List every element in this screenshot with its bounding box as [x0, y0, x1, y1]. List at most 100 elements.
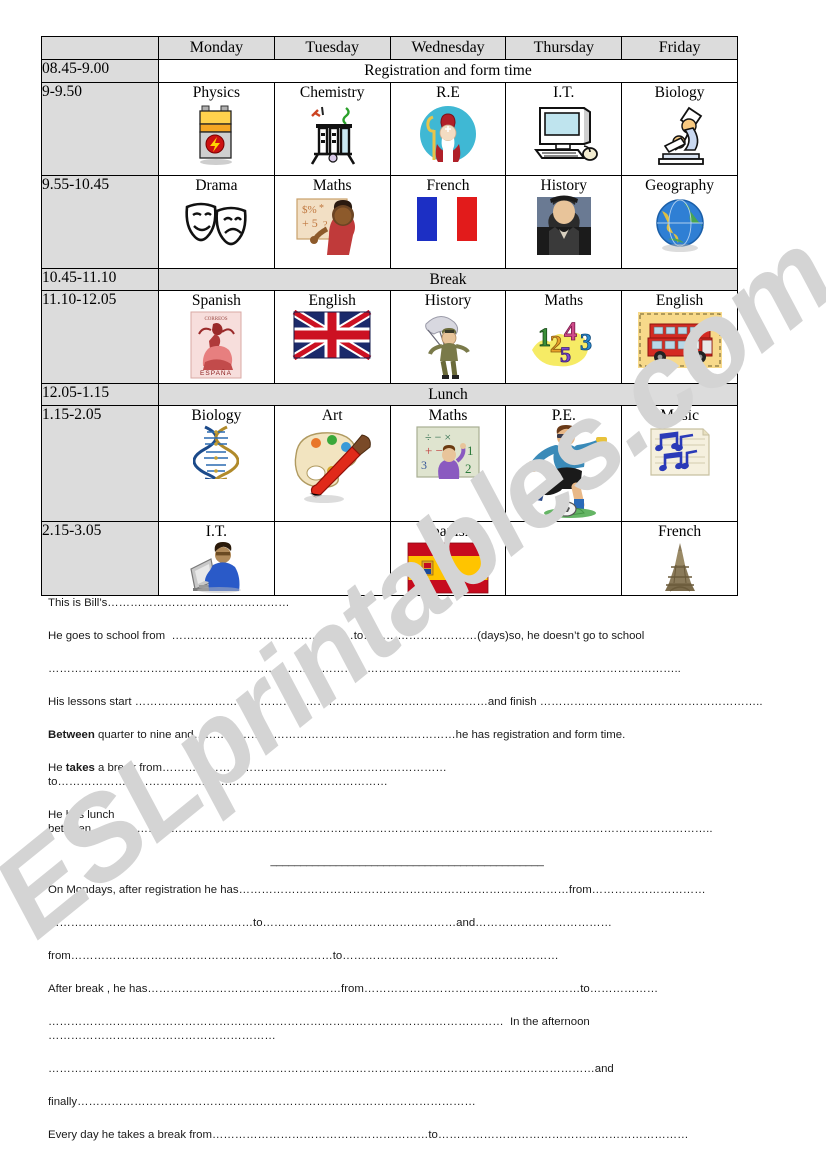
- lesson-cell-thu-p7[interactable]: [505, 521, 623, 596]
- svg-text:+ −: + −: [425, 443, 443, 458]
- lesson-cell-tue-p7[interactable]: [273, 521, 391, 596]
- lesson-cell-fri-p2[interactable]: Geography: [621, 175, 738, 269]
- lesson-label: French: [426, 177, 470, 194]
- time-label-period-4: 11.10-12.05: [41, 290, 159, 384]
- lesson-label: I.T.: [205, 523, 228, 540]
- lesson-label: Music: [660, 407, 699, 424]
- lesson-label: Physics: [192, 84, 241, 101]
- timetable-row-period-1: 9-9.50 Physics Chemistry R.E I.T. Biolog…: [41, 82, 738, 176]
- exercise-line-6: He takes a break from……………………………………………………: [48, 761, 766, 789]
- lesson-cell-wed-p7[interactable]: Spanish: [389, 521, 507, 596]
- lesson-cell-fri-p7[interactable]: French: [621, 521, 738, 596]
- lesson-cell-mon-p6[interactable]: Biology: [158, 405, 275, 522]
- day-header-monday: Monday: [158, 36, 275, 60]
- timetable-corner-cell: [41, 36, 159, 60]
- worksheet-page: Monday Tuesday Wednesday Thursday Friday…: [0, 0, 826, 1169]
- svg-text:*: *: [319, 203, 324, 214]
- lunch-banner: Lunch: [158, 383, 738, 406]
- exercise-line-7: He has lunch between………………………………………………………: [48, 809, 713, 835]
- exercise-line-1: This is Bill’s…………………………………………: [48, 597, 290, 609]
- lesson-cell-mon-p1[interactable]: Physics: [158, 82, 275, 176]
- lesson-label: Maths: [312, 177, 352, 194]
- lesson-label: Maths: [428, 407, 468, 424]
- time-label-period-6: 1.15-2.05: [41, 405, 159, 522]
- exercise-line-9: ………………………………………………to……………………………………………and…: [48, 917, 612, 929]
- exercise-line-12: ……………………………………………………………………………………………………………: [48, 1016, 593, 1042]
- svg-text:$%: $%: [302, 204, 317, 216]
- lesson-cell-fri-p6[interactable]: Music: [621, 405, 738, 522]
- lesson-label: Spanish: [191, 292, 241, 309]
- timetable-row-lunch: 12.05-1.15 Lunch: [41, 383, 738, 406]
- lesson-cell-tue-p1[interactable]: Chemistry: [273, 82, 391, 176]
- exercise-line-5-text: quarter to nine and…………………………………………………………: [94, 729, 626, 741]
- lesson-label: English: [655, 292, 704, 309]
- lesson-cell-fri-p4[interactable]: English: [621, 290, 738, 384]
- french-flag-icon: [391, 195, 506, 247]
- person-computer-icon: [159, 541, 274, 593]
- lesson-cell-wed-p1[interactable]: R.E: [389, 82, 507, 176]
- lesson-cell-tue-p2[interactable]: Maths $% * + 5 ?: [273, 175, 391, 269]
- bishop-icon: [391, 102, 506, 168]
- union-jack-icon: [275, 310, 390, 360]
- time-label-registration: 08.45-9.00: [41, 59, 159, 83]
- svg-text:1: 1: [467, 443, 474, 458]
- theatre-masks-icon: [159, 195, 274, 255]
- exercise-line-15: Every day he takes a break from…………………………: [48, 1129, 689, 1141]
- lesson-label: Spanish: [423, 523, 473, 540]
- lesson-cell-wed-p6[interactable]: Maths ÷ − × + − 3 1 2: [389, 405, 507, 522]
- battery-icon: [159, 102, 274, 168]
- day-header-friday: Friday: [621, 36, 738, 60]
- svg-text:5: 5: [560, 342, 571, 367]
- lesson-label: Chemistry: [299, 84, 365, 101]
- exercise-line-5: Between quarter to nine and……………………………………: [48, 728, 766, 742]
- globe-icon: [622, 195, 737, 255]
- lesson-label: Drama: [195, 177, 238, 194]
- lesson-label: Maths: [544, 292, 584, 309]
- exercise-line-13: ……………………………………………………………………………………………………………: [48, 1063, 614, 1075]
- timetable-row-period-6: 1.15-2.05 Biology Art Maths ÷ − × + − 3 …: [41, 405, 738, 522]
- lesson-cell-thu-p2[interactable]: History: [505, 175, 623, 269]
- exercise-divider: ________________________________________…: [270, 855, 544, 867]
- lesson-cell-thu-p6[interactable]: P.E.: [505, 405, 623, 522]
- music-notes-icon: [622, 425, 737, 479]
- svg-text:2: 2: [465, 461, 472, 476]
- portrait-icon: [506, 195, 621, 257]
- timetable-row-break: 10.45-11.10 Break: [41, 268, 738, 291]
- timetable-row-period-2: 9.55-10.45 Drama Maths $% * + 5 ? French…: [41, 175, 738, 269]
- exercise-line-3: ……………………………………………………………………………………………………………: [48, 663, 681, 675]
- exercise-line-8: On Mondays, after registration he has…………: [48, 884, 706, 896]
- london-bus-icon: [622, 310, 737, 372]
- lesson-cell-mon-p7[interactable]: I.T.: [158, 521, 275, 596]
- exercise-line-14: finally…………………………………………………………………………………………: [48, 1096, 476, 1108]
- lesson-cell-thu-p1[interactable]: I.T.: [505, 82, 623, 176]
- lesson-cell-mon-p4[interactable]: Spanish CORREOS ESPAÑA: [158, 290, 275, 384]
- lesson-label: Biology: [191, 407, 242, 424]
- numbers-icon: 1 2 4 5 3: [506, 310, 621, 372]
- svg-text:CORREOS: CORREOS: [205, 317, 228, 322]
- svg-text:ESPAÑA: ESPAÑA: [200, 368, 232, 377]
- lesson-cell-tue-p4[interactable]: English: [273, 290, 391, 384]
- day-header-wednesday: Wednesday: [389, 36, 507, 60]
- maths-board-icon: ÷ − × + − 3 1 2: [391, 425, 506, 481]
- time-label-period-2: 9.55-10.45: [41, 175, 159, 269]
- timetable-row-registration: 08.45-9.00 Registration and form time: [41, 59, 738, 83]
- exercise-section: This is Bill’s………………………………………… He goes t…: [48, 596, 766, 1161]
- exercise-line-10: from……………………………………………………………to………………………………: [48, 950, 559, 962]
- svg-text:3: 3: [580, 330, 592, 356]
- lesson-cell-mon-p2[interactable]: Drama: [158, 175, 275, 269]
- lesson-label: Art: [321, 407, 343, 424]
- test-tubes-icon: [275, 102, 390, 168]
- computer-icon: [506, 102, 621, 164]
- svg-text:3: 3: [421, 458, 427, 472]
- day-header-tuesday: Tuesday: [273, 36, 391, 60]
- lesson-cell-wed-p2[interactable]: French: [389, 175, 507, 269]
- lesson-label: P.E.: [551, 407, 576, 424]
- lesson-cell-thu-p4[interactable]: Maths 1 2 4 5 3: [505, 290, 623, 384]
- exercise-line-11: After break , he has……………………………………………fro…: [48, 983, 659, 995]
- lesson-cell-fri-p1[interactable]: Biology: [621, 82, 738, 176]
- day-header-thursday: Thursday: [505, 36, 623, 60]
- svg-text:+ 5: + 5: [302, 216, 318, 230]
- lesson-cell-wed-p4[interactable]: History: [389, 290, 507, 384]
- timetable-row-period-4: 11.10-12.05 Spanish CORREOS ESPAÑA Engli…: [41, 290, 738, 384]
- lesson-cell-tue-p6[interactable]: Art: [273, 405, 391, 522]
